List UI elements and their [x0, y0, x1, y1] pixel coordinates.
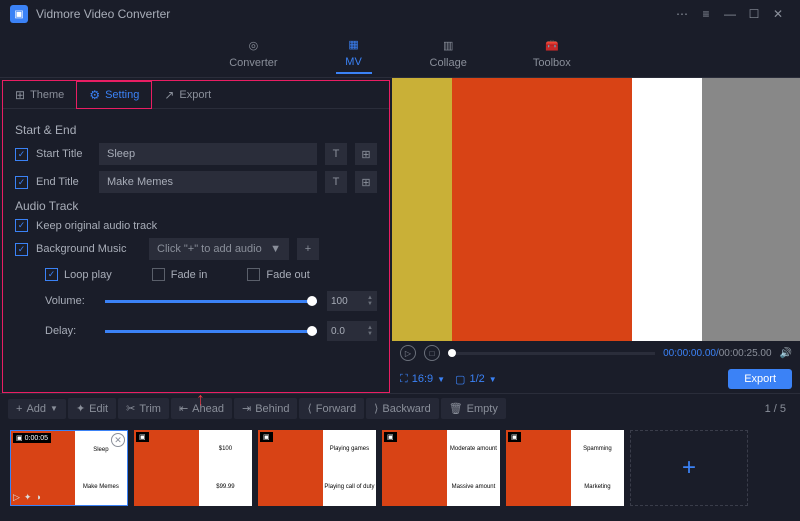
image-icon: ▣: [139, 433, 146, 441]
fadeout-label: Fade out: [266, 269, 309, 281]
add-clip-button[interactable]: +: [630, 430, 748, 506]
converter-icon: ◎: [243, 36, 263, 54]
image-icon: ▣: [387, 433, 394, 441]
time-display: 00:00:00.00/00:00:25.00: [663, 348, 771, 359]
start-title-input[interactable]: [99, 143, 317, 165]
start-title-grid-icon[interactable]: ⊞: [355, 143, 377, 165]
ahead-icon: ⇤: [179, 402, 188, 415]
nav-toolbox[interactable]: 🧰 Toolbox: [525, 32, 579, 73]
timeline-slider[interactable]: [448, 352, 655, 355]
end-title-label: End Title: [36, 176, 91, 188]
page-indicator[interactable]: ▢ 1/2 ▼: [455, 373, 497, 386]
volume-label: Volume:: [45, 295, 95, 307]
delay-value[interactable]: 0.0 ▲▼: [327, 321, 377, 341]
aspect-icon: ⛶: [400, 373, 408, 386]
trash-icon: 🗑: [449, 402, 463, 415]
behind-icon: ⇥: [242, 402, 251, 415]
volume-icon[interactable]: 🔊: [780, 348, 792, 359]
edit-icon[interactable]: ✦: [24, 492, 32, 503]
start-title-label: Start Title: [36, 148, 91, 160]
bgm-label: Background Music: [36, 243, 141, 255]
clip-thumbnail-4[interactable]: ▣ Moderate amount Massive amount: [382, 430, 500, 506]
collage-icon: ▥: [438, 36, 458, 54]
app-title: Vidmore Video Converter: [36, 7, 170, 21]
bgm-checkbox[interactable]: ✓: [15, 243, 28, 256]
loop-checkbox[interactable]: ✓: [45, 268, 58, 281]
play-button[interactable]: ▷: [400, 345, 416, 361]
behind-button[interactable]: ⇥Behind: [234, 398, 297, 419]
empty-button[interactable]: 🗑Empty: [441, 398, 506, 419]
delay-slider[interactable]: [105, 330, 317, 333]
toolbox-icon: 🧰: [542, 36, 562, 54]
end-title-input[interactable]: [99, 171, 317, 193]
start-title-checkbox[interactable]: ✓: [15, 148, 28, 161]
keep-original-label: Keep original audio track: [36, 220, 157, 232]
edit-icon: ✦: [76, 402, 85, 415]
app-logo-icon: ▣: [10, 5, 28, 23]
start-title-text-icon[interactable]: T: [325, 143, 347, 165]
end-title-grid-icon[interactable]: ⊞: [355, 171, 377, 193]
tab-setting[interactable]: ⚙ Setting: [76, 81, 152, 109]
bgm-dropdown[interactable]: Click "+" to add audio ▼: [149, 238, 289, 260]
trim-icon[interactable]: ◑: [35, 492, 40, 503]
loop-label: Loop play: [64, 269, 112, 281]
volume-slider[interactable]: [105, 300, 317, 303]
bgm-add-button[interactable]: +: [297, 238, 319, 260]
scissors-icon: ✂: [126, 402, 135, 415]
forward-button[interactable]: ⟨Forward: [299, 398, 364, 419]
trim-button[interactable]: ✂Trim: [118, 398, 169, 419]
fadein-label: Fade in: [171, 269, 208, 281]
stop-button[interactable]: □: [424, 345, 440, 361]
menu-icon[interactable]: ≡: [694, 2, 718, 26]
fadeout-checkbox[interactable]: ✓: [247, 268, 260, 281]
clip-thumbnail-1[interactable]: ▣0:00:05 ✕ Sleep Make Memes ▷✦◑: [10, 430, 128, 506]
tab-theme[interactable]: ⊞ Theme: [3, 81, 76, 109]
volume-value[interactable]: 100 ▲▼: [327, 291, 377, 311]
chevron-down-icon: ▼: [437, 375, 445, 384]
backward-icon: ⟩: [374, 402, 378, 415]
screen-icon: ▢: [455, 373, 465, 386]
image-icon: ▣: [16, 434, 23, 442]
annotation-arrow: ↑: [196, 389, 205, 410]
mv-icon: ▦: [344, 35, 364, 53]
maximize-icon[interactable]: ☐: [742, 2, 766, 26]
nav-mv[interactable]: ▦ MV: [336, 31, 372, 74]
end-title-text-icon[interactable]: T: [325, 171, 347, 193]
section-start-end: Start & End: [15, 123, 377, 137]
video-preview: [392, 78, 800, 341]
end-title-checkbox[interactable]: ✓: [15, 176, 28, 189]
setting-icon: ⚙: [89, 88, 100, 102]
image-icon: ▣: [511, 433, 518, 441]
plus-icon: +: [16, 403, 22, 415]
add-button[interactable]: +Add▼: [8, 399, 66, 419]
clip-counter: 1 / 5: [765, 403, 792, 415]
delay-label: Delay:: [45, 325, 95, 337]
section-audio: Audio Track: [15, 199, 377, 213]
nav-collage[interactable]: ▥ Collage: [422, 32, 475, 73]
clip-remove-icon[interactable]: ✕: [111, 433, 125, 447]
nav-converter[interactable]: ◎ Converter: [221, 32, 285, 73]
clip-thumbnail-5[interactable]: ▣ Spamming Marketing: [506, 430, 624, 506]
edit-button[interactable]: ✦Edit: [68, 398, 116, 419]
export-icon: ↗: [164, 88, 174, 102]
aspect-ratio-button[interactable]: ⛶ 16:9 ▼: [400, 373, 445, 386]
backward-button[interactable]: ⟩Backward: [366, 398, 439, 419]
chevron-down-icon: ▼: [489, 375, 497, 384]
theme-icon: ⊞: [15, 88, 25, 102]
chevron-down-icon: ▼: [270, 243, 281, 255]
fadein-checkbox[interactable]: ✓: [152, 268, 165, 281]
play-icon[interactable]: ▷: [13, 492, 20, 503]
close-icon[interactable]: ✕: [766, 2, 790, 26]
tab-export[interactable]: ↗ Export: [152, 81, 223, 109]
clip-thumbnail-3[interactable]: ▣ Playing games Playing call of duty: [258, 430, 376, 506]
clip-thumbnail-2[interactable]: ▣ $100 $99.99: [134, 430, 252, 506]
keep-original-checkbox[interactable]: ✓: [15, 219, 28, 232]
minimize-icon[interactable]: —: [718, 2, 742, 26]
export-button[interactable]: Export: [728, 369, 792, 389]
image-icon: ▣: [263, 433, 270, 441]
forward-icon: ⟨: [307, 402, 311, 415]
feedback-icon[interactable]: ⋯: [670, 2, 694, 26]
